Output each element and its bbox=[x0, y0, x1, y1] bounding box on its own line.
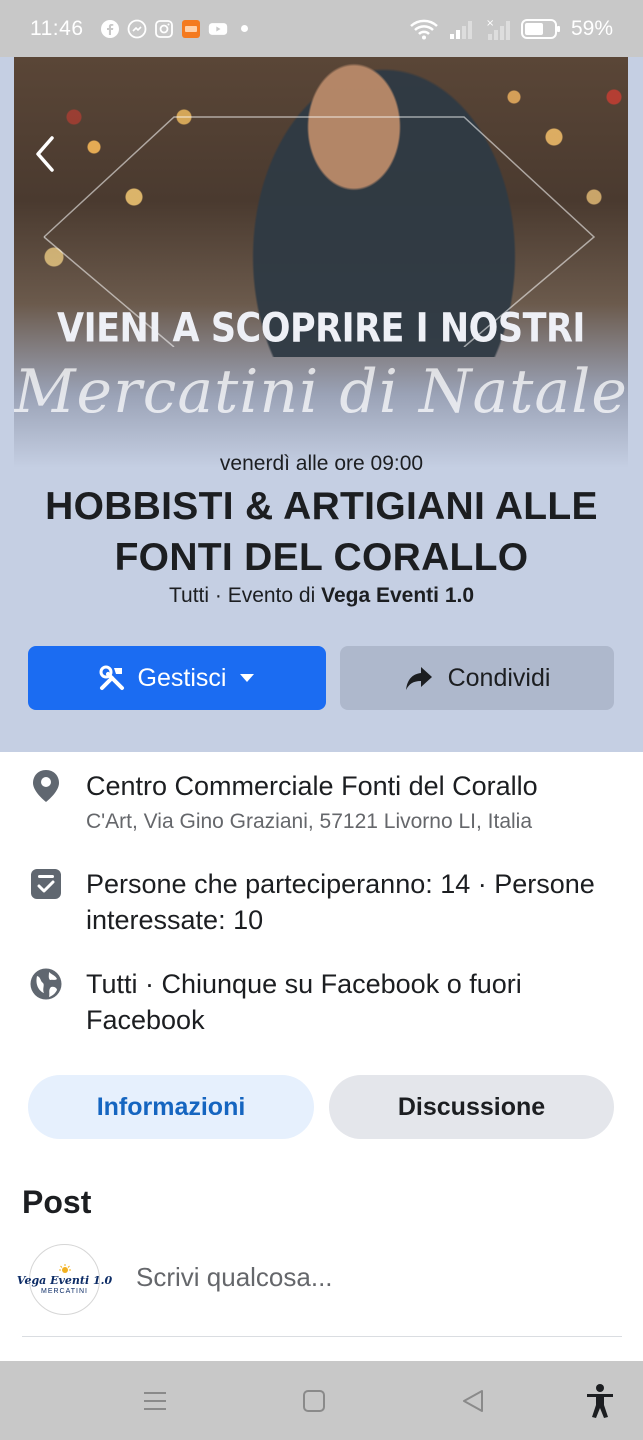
event-host-line: Tutti · Evento di Vega Eventi 1.0 bbox=[0, 584, 643, 608]
back-nav-button[interactable] bbox=[453, 1381, 493, 1421]
battery-percent: 59% bbox=[570, 16, 613, 40]
status-app-icons bbox=[100, 19, 248, 39]
messenger-icon bbox=[127, 19, 146, 38]
location-name: Centro Commerciale Fonti del Corallo bbox=[86, 771, 538, 801]
temu-icon bbox=[181, 19, 200, 38]
event-organizer-link[interactable]: Vega Eventi 1.0 bbox=[321, 584, 474, 607]
wifi-icon bbox=[410, 19, 438, 39]
posts-heading: Post bbox=[22, 1184, 92, 1220]
calendar-check-icon bbox=[28, 866, 64, 902]
composer-divider bbox=[22, 1336, 622, 1337]
status-bar: 11:46 × 59% bbox=[0, 0, 643, 57]
back-button[interactable] bbox=[22, 127, 66, 181]
signal-no-sim-icon: × bbox=[486, 18, 510, 40]
status-time: 11:46 bbox=[30, 16, 84, 40]
event-audience: Tutti · Evento di bbox=[168, 584, 322, 607]
location-address: C'Art, Via Gino Graziani, 57121 Livorno … bbox=[86, 810, 533, 833]
accessibility-button[interactable] bbox=[580, 1381, 620, 1421]
event-cover-image: VIENI A SCOPRIRE I NOSTRI Mercatini di N… bbox=[14, 57, 628, 468]
share-button[interactable]: Condividi bbox=[340, 646, 614, 710]
sun-logo-icon bbox=[58, 1264, 71, 1273]
square-home-icon bbox=[303, 1390, 325, 1412]
facebook-icon bbox=[100, 19, 119, 38]
system-navigation-bar bbox=[0, 1361, 643, 1440]
attendance-text: Persone che parteciperanno: 14 · Persone… bbox=[86, 869, 595, 935]
menu-lines-icon bbox=[144, 1392, 166, 1410]
tab-informazioni[interactable]: Informazioni bbox=[28, 1075, 314, 1139]
signal-icon bbox=[449, 20, 472, 39]
post-composer-input[interactable]: Scrivi qualcosa... bbox=[136, 1262, 333, 1293]
manage-button-label: Gestisci bbox=[137, 663, 227, 692]
back-arrow-icon bbox=[36, 136, 54, 172]
event-date: venerdì alle ore 09:00 bbox=[219, 452, 424, 475]
status-system: × 59% bbox=[409, 17, 613, 41]
cover-headline: VIENI A SCOPRIRE I NOSTRI bbox=[57, 306, 585, 352]
accessibility-icon bbox=[587, 1384, 613, 1418]
home-button[interactable] bbox=[294, 1381, 334, 1421]
triangle-back-icon bbox=[463, 1390, 483, 1412]
globe-icon bbox=[28, 966, 64, 1002]
event-header: VIENI A SCOPRIRE I NOSTRI Mercatini di N… bbox=[0, 57, 643, 752]
battery-icon bbox=[520, 18, 560, 39]
privacy-text: Tutti · Chiunque su Facebook o fuori Fac… bbox=[86, 969, 522, 1035]
cover-script-text: Mercatini di Natale bbox=[14, 357, 628, 427]
notification-dot bbox=[240, 25, 248, 32]
share-arrow-icon bbox=[405, 667, 432, 690]
location-pin-icon bbox=[28, 768, 64, 804]
event-title: HOBBISTI & ARTIGIANI ALLE FONTI DEL CORA… bbox=[45, 485, 598, 579]
avatar-logo-subtitle: MERCATINI bbox=[41, 1288, 88, 1295]
organizer-avatar[interactable]: Vega Eventi 1.0 MERCATINI bbox=[17, 1244, 112, 1315]
recent-apps-button[interactable] bbox=[135, 1381, 175, 1421]
caret-down-icon bbox=[240, 674, 255, 682]
youtube-icon bbox=[208, 22, 227, 35]
avatar-logo-text: Vega Eventi 1.0 bbox=[16, 1274, 113, 1287]
svg-text:×: × bbox=[486, 18, 494, 29]
manage-button[interactable]: Gestisci bbox=[28, 646, 326, 710]
instagram-icon bbox=[154, 19, 173, 38]
tab-discussione[interactable]: Discussione bbox=[329, 1075, 614, 1139]
tools-icon bbox=[99, 665, 124, 690]
share-button-label: Condividi bbox=[447, 663, 551, 692]
